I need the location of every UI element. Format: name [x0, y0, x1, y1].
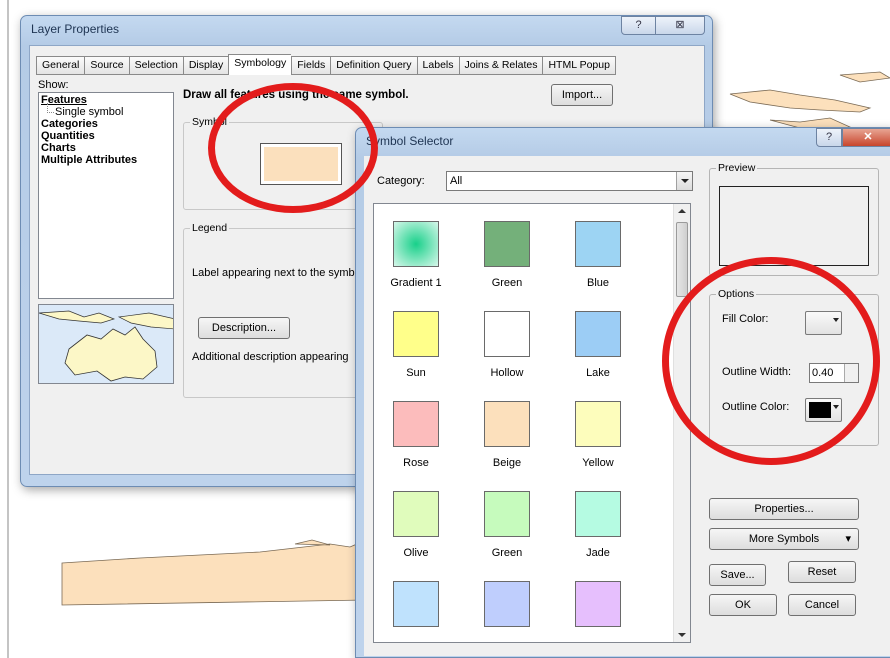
symbol-cell[interactable]: Gradient 1 [386, 221, 446, 311]
import-button[interactable]: Import... [551, 84, 613, 106]
category-combo[interactable]: All [446, 171, 693, 191]
tab-html-popup[interactable]: HTML Popup [542, 56, 616, 75]
symbol-name: Sun [406, 367, 426, 379]
tree-quantities[interactable]: Quantities [41, 130, 171, 142]
window-title: Layer Properties [31, 22, 120, 36]
category-label: Category: [377, 175, 425, 187]
symbol-cell[interactable]: Rose [386, 401, 446, 491]
symbol-cell[interactable]: Olive [386, 491, 446, 581]
symbol-swatch [393, 581, 439, 627]
symbol-cell[interactable] [386, 581, 446, 642]
legend-group-caption: Legend [190, 222, 230, 234]
preview-box [719, 186, 869, 266]
symbol-swatch [484, 581, 530, 627]
symbol-swatch [484, 401, 530, 447]
symbol-name: Green [491, 547, 523, 559]
symbol-swatch [484, 311, 530, 357]
legend-group: Legend Label appearing next to the symbo… [183, 222, 383, 398]
symbol-swatch [393, 401, 439, 447]
dropdown-arrow-icon: ▾ [845, 533, 851, 545]
scroll-up-icon[interactable] [678, 209, 686, 213]
tab-strip: General Source Selection Display Symbolo… [36, 54, 616, 75]
tree-categories[interactable]: Categories [41, 118, 171, 130]
symbol-cell[interactable]: Lake [568, 311, 628, 401]
symbol-cell[interactable]: Green [477, 491, 537, 581]
chevron-down-icon[interactable] [676, 172, 692, 190]
symbol-cell[interactable] [568, 581, 628, 642]
symbol-swatch [575, 311, 621, 357]
tab-source[interactable]: Source [84, 56, 129, 75]
symbol-cell[interactable] [477, 581, 537, 642]
symbol-cell[interactable]: Green [477, 221, 537, 311]
symbol-cell[interactable]: Jade [568, 491, 628, 581]
symbol-swatch [575, 491, 621, 537]
symbol-swatch [393, 491, 439, 537]
tab-labels[interactable]: Labels [416, 56, 459, 75]
symbol-cell[interactable]: Hollow [477, 311, 537, 401]
symbol-swatch [575, 401, 621, 447]
symbol-selector-title: Symbol Selector [366, 134, 454, 148]
symbol-name: Green [491, 277, 523, 289]
symbol-name: Yellow [582, 457, 614, 469]
ok-button[interactable]: OK [709, 594, 777, 616]
symbol-name: Gradient 1 [390, 277, 442, 289]
symbol-cell[interactable]: Yellow [568, 401, 628, 491]
help-button[interactable]: ? [816, 128, 842, 147]
australia-thumbnail [38, 304, 174, 384]
symbol-swatch [393, 311, 439, 357]
symbol-swatch [575, 221, 621, 267]
legend-label-text: Label appearing next to the symbol [192, 267, 364, 279]
close-button[interactable]: ✕ [842, 128, 890, 147]
tab-selection[interactable]: Selection [128, 56, 183, 75]
highlight-circle-options [662, 257, 880, 465]
save-button[interactable]: Save... [709, 564, 766, 586]
cancel-button[interactable]: Cancel [788, 594, 856, 616]
symbol-swatch [484, 491, 530, 537]
tree-single-symbol[interactable]: Single symbol [41, 103, 171, 118]
preview-caption: Preview [716, 162, 758, 174]
tab-general[interactable]: General [36, 56, 85, 75]
tab-fields[interactable]: Fields [291, 56, 331, 75]
more-symbols-label: More Symbols [748, 533, 820, 545]
tab-display[interactable]: Display [182, 56, 229, 75]
show-label: Show: [38, 79, 69, 91]
symbol-cell[interactable]: Blue [568, 221, 628, 311]
tree-charts[interactable]: Charts [41, 142, 171, 154]
description-button[interactable]: Description... [198, 317, 290, 339]
symbol-name: Rose [403, 457, 429, 469]
description-text: Additional description appearing [192, 351, 349, 363]
close-button[interactable]: ⊠ [655, 16, 705, 35]
highlight-circle-symbol [208, 83, 378, 213]
reset-button[interactable]: Reset [788, 561, 856, 583]
symbol-swatch [575, 581, 621, 627]
properties-button[interactable]: Properties... [709, 498, 859, 520]
category-value: All [450, 175, 463, 187]
symbol-name: Olive [403, 547, 429, 559]
symbol-name: Blue [586, 277, 610, 289]
symbol-swatch [484, 221, 530, 267]
symbol-cell[interactable]: Beige [477, 401, 537, 491]
tree-features[interactable]: Features [41, 94, 171, 106]
scroll-down-icon[interactable] [678, 633, 686, 637]
symbol-gallery: Gradient 1 Green Blue Sun Hollow Lake Ro… [373, 203, 691, 643]
tree-multiple-attributes[interactable]: Multiple Attributes [41, 154, 171, 166]
tab-symbology[interactable]: Symbology [228, 54, 292, 75]
symbol-name: Beige [492, 457, 522, 469]
scroll-thumb[interactable] [676, 222, 688, 297]
tab-joins-relates[interactable]: Joins & Relates [458, 56, 543, 75]
symbol-cell[interactable]: Sun [386, 311, 446, 401]
more-symbols-button[interactable]: More Symbols ▾ [709, 528, 859, 550]
symbol-name: Jade [586, 547, 610, 559]
symbol-name: Hollow [490, 367, 524, 379]
help-button[interactable]: ? [621, 16, 656, 35]
symbol-name: Lake [586, 367, 610, 379]
show-tree: Features Single symbol Categories Quanti… [38, 92, 174, 299]
symbol-swatch [393, 221, 439, 267]
tab-definition-query[interactable]: Definition Query [330, 56, 417, 75]
